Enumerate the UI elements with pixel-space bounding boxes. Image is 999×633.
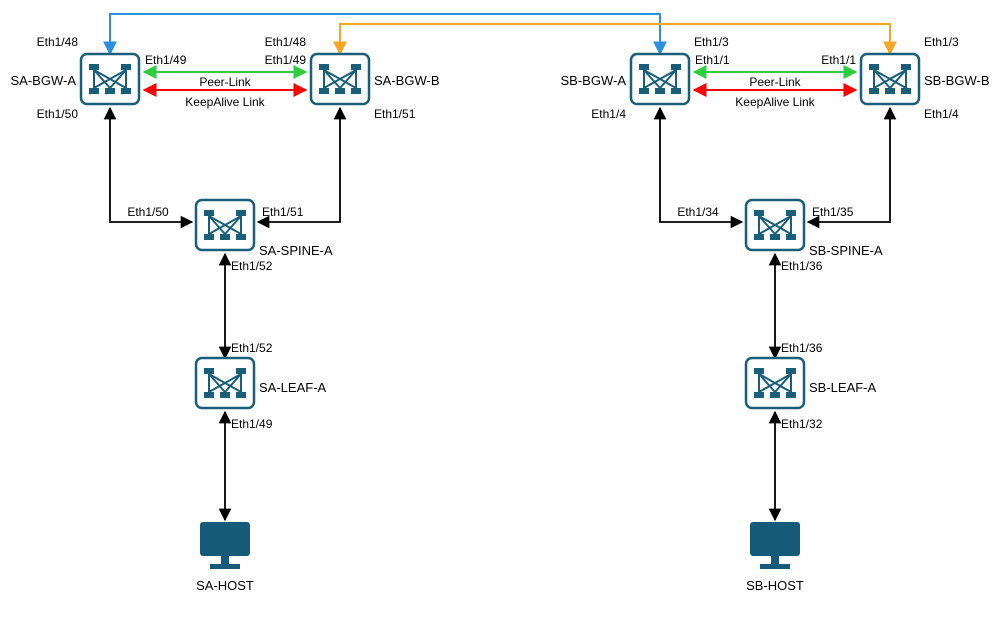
sa-peer-link-label: Peer-Link <box>199 75 251 89</box>
port-sb-bgw-a-bottom: Eth1/4 <box>591 107 626 121</box>
sb-bgw-b-icon <box>861 54 919 104</box>
sb-bgw-b-label: SB-BGW-B <box>924 73 990 88</box>
port-sb-leaf-bottom: Eth1/32 <box>781 417 823 431</box>
sa-bgw-a-icon <box>81 54 139 104</box>
port-sa-spine-bottom: Eth1/52 <box>231 259 273 273</box>
port-sb-spine-left: Eth1/34 <box>677 205 719 219</box>
sb-host-icon <box>750 522 800 569</box>
sb-leaf-a-icon <box>746 358 804 408</box>
port-sa-bgw-b-top: Eth1/48 <box>265 35 307 49</box>
port-sa-bgw-b-bottom: Eth1/51 <box>374 107 416 121</box>
port-sb-spine-right: Eth1/35 <box>812 205 854 219</box>
sb-spine-a-icon <box>746 200 804 250</box>
sb-keepalive-label: KeepAlive Link <box>735 95 815 109</box>
sb-bgw-a-label: SB-BGW-A <box>561 73 627 88</box>
port-sa-leaf-bottom: Eth1/49 <box>231 417 273 431</box>
sb-leaf-a-label: SB-LEAF-A <box>809 380 877 395</box>
port-sa-bgw-a-bottom: Eth1/50 <box>37 107 79 121</box>
port-sa-bgw-b-left: Eth1/49 <box>265 53 307 67</box>
sa-bgw-b-icon <box>311 54 369 104</box>
sa-spine-a-icon <box>196 200 254 250</box>
sa-host-icon <box>200 522 250 569</box>
port-sb-spine-bottom: Eth1/36 <box>781 259 823 273</box>
network-diagram: SA-BGW-A SA-BGW-B Peer-Link KeepAlive Li… <box>0 0 999 633</box>
sa-spine-a-label: SA-SPINE-A <box>259 243 333 258</box>
port-sb-bgw-b-top: Eth1/3 <box>924 35 959 49</box>
port-sb-bgw-b-left: Eth1/1 <box>821 53 856 67</box>
sb-spine-a-label: SB-SPINE-A <box>809 243 883 258</box>
sb-bgw-a-icon <box>631 54 689 104</box>
link-sa-bgw-b-to-sb-bgw-b <box>340 24 890 54</box>
port-sb-bgw-b-bottom: Eth1/4 <box>924 107 959 121</box>
sa-leaf-a-icon <box>196 358 254 408</box>
port-sa-spine-left: Eth1/50 <box>127 205 169 219</box>
sb-host-label: SB-HOST <box>746 578 804 593</box>
sa-leaf-a-label: SA-LEAF-A <box>259 380 327 395</box>
link-sa-bgw-a-to-sb-bgw-a <box>110 14 660 54</box>
port-sa-bgw-a-top: Eth1/48 <box>37 35 79 49</box>
sa-bgw-a-label: SA-BGW-A <box>11 73 77 88</box>
sa-host-label: SA-HOST <box>196 578 254 593</box>
sb-peer-link-label: Peer-Link <box>749 75 801 89</box>
sa-keepalive-label: KeepAlive Link <box>185 95 265 109</box>
port-sb-bgw-a-right: Eth1/1 <box>695 53 730 67</box>
port-sb-bgw-a-top: Eth1/3 <box>694 35 729 49</box>
port-sa-spine-right: Eth1/51 <box>262 205 304 219</box>
sa-bgw-b-label: SA-BGW-B <box>374 73 440 88</box>
port-sb-leaf-top: Eth1/36 <box>781 341 823 355</box>
port-sa-bgw-a-right: Eth1/49 <box>145 53 187 67</box>
port-sa-leaf-top: Eth1/52 <box>231 341 273 355</box>
